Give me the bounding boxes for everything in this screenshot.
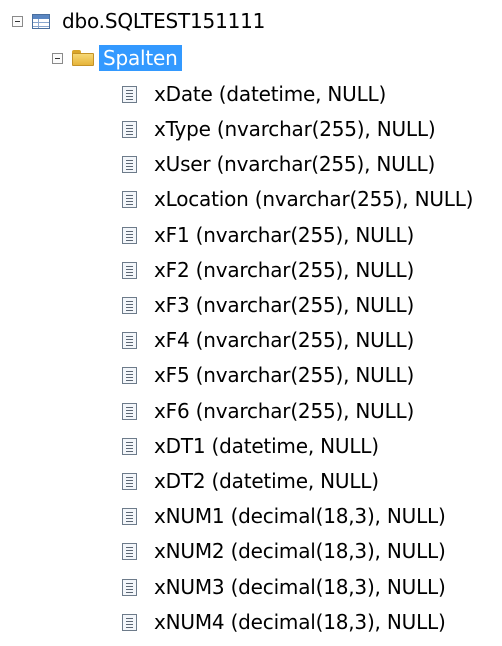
- column-label: xDT2 (datetime, NULL): [154, 469, 379, 493]
- collapse-minus-icon[interactable]: [12, 15, 23, 27]
- column-label: xDate (datetime, NULL): [154, 82, 387, 106]
- tree-node-column[interactable]: xNUM1 (decimal(18,3), NULL): [122, 499, 446, 533]
- column-label: xUser (nvarchar(255), NULL): [154, 152, 436, 176]
- column-icon: [122, 507, 137, 525]
- column-icon: [122, 613, 137, 631]
- column-icon: [122, 542, 137, 560]
- tree-node-column[interactable]: xDT2 (datetime, NULL): [122, 464, 379, 498]
- column-icon: [122, 155, 137, 173]
- column-icon: [122, 261, 137, 279]
- column-icon: [122, 331, 137, 349]
- column-label: xNUM2 (decimal(18,3), NULL): [154, 539, 446, 563]
- column-label: xType (nvarchar(255), NULL): [154, 117, 436, 141]
- column-icon: [122, 578, 137, 596]
- column-label: xDT1 (datetime, NULL): [154, 434, 379, 458]
- column-icon: [122, 402, 137, 420]
- tree-node-column[interactable]: xF5 (nvarchar(255), NULL): [122, 358, 414, 392]
- tree-node-column[interactable]: xF2 (nvarchar(255), NULL): [122, 253, 414, 287]
- column-label: xF3 (nvarchar(255), NULL): [154, 293, 415, 317]
- tree-node-column[interactable]: xF3 (nvarchar(255), NULL): [122, 288, 414, 322]
- column-icon: [122, 226, 137, 244]
- tree-node-column[interactable]: xNUM3 (decimal(18,3), NULL): [122, 570, 446, 604]
- tree-node-column[interactable]: xDate (datetime, NULL): [122, 77, 386, 111]
- column-icon: [122, 296, 137, 314]
- object-explorer-tree: dbo.SQLTEST151111 Spalten xDate (datetim…: [0, 0, 502, 646]
- tree-node-column[interactable]: xDT1 (datetime, NULL): [122, 429, 379, 463]
- column-label: xF5 (nvarchar(255), NULL): [154, 363, 415, 387]
- tree-node-column[interactable]: xUser (nvarchar(255), NULL): [122, 147, 435, 181]
- column-label: xF2 (nvarchar(255), NULL): [154, 258, 415, 282]
- column-label: xNUM4 (decimal(18,3), NULL): [154, 610, 446, 634]
- column-label: xLocation (nvarchar(255), NULL): [154, 187, 474, 211]
- column-label: xNUM3 (decimal(18,3), NULL): [154, 575, 446, 599]
- column-icon: [122, 472, 137, 490]
- column-icon: [122, 437, 137, 455]
- tree-node-column[interactable]: xLocation (nvarchar(255), NULL): [122, 182, 473, 216]
- column-icon: [122, 366, 137, 384]
- folder-icon: [72, 50, 94, 66]
- tree-node-column[interactable]: xF4 (nvarchar(255), NULL): [122, 323, 414, 357]
- column-label: xNUM1 (decimal(18,3), NULL): [154, 504, 446, 528]
- table-node-label: dbo.SQLTEST151111: [62, 9, 266, 33]
- column-icon: [122, 85, 137, 103]
- collapse-minus-icon[interactable]: [52, 52, 63, 64]
- column-icon: [122, 120, 137, 138]
- column-icon: [122, 190, 137, 208]
- column-label: xF1 (nvarchar(255), NULL): [154, 223, 415, 247]
- tree-node-table[interactable]: dbo.SQLTEST151111: [12, 4, 265, 38]
- column-label: xF4 (nvarchar(255), NULL): [154, 328, 415, 352]
- tree-node-column[interactable]: xF1 (nvarchar(255), NULL): [122, 218, 414, 252]
- tree-node-column[interactable]: xType (nvarchar(255), NULL): [122, 112, 436, 146]
- column-label: xF6 (nvarchar(255), NULL): [154, 399, 415, 423]
- tree-node-columns-folder[interactable]: Spalten: [52, 41, 182, 75]
- table-icon: [32, 13, 50, 29]
- folder-node-label: Spalten: [99, 45, 182, 71]
- tree-node-column[interactable]: xNUM4 (decimal(18,3), NULL): [122, 605, 446, 639]
- tree-node-column[interactable]: xNUM2 (decimal(18,3), NULL): [122, 534, 446, 568]
- tree-node-column[interactable]: xF6 (nvarchar(255), NULL): [122, 394, 414, 428]
